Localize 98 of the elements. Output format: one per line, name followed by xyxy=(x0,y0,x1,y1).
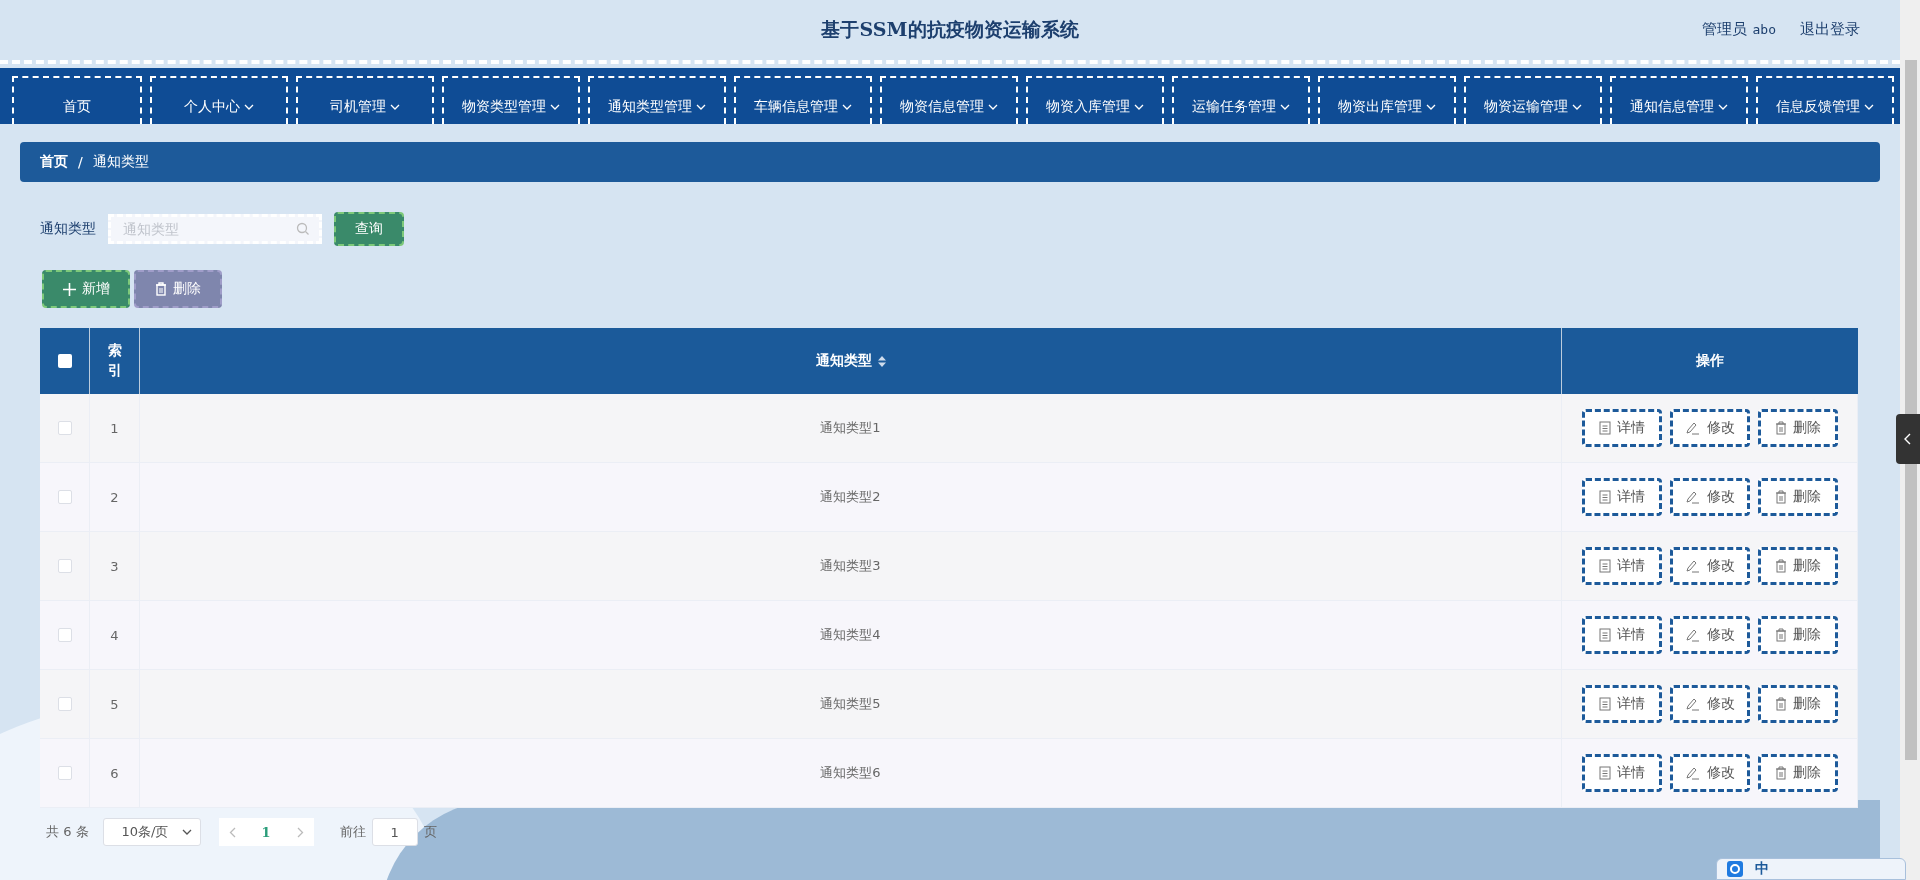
detail-button[interactable]: 详情 xyxy=(1581,685,1662,723)
breadcrumb-item: 通知类型 xyxy=(92,153,149,171)
delete-button[interactable]: 删除 xyxy=(1757,685,1838,723)
trash-icon xyxy=(1774,559,1787,573)
column-header[interactable]: 通知类型 xyxy=(815,352,872,370)
document-icon xyxy=(1598,490,1611,504)
detail-button[interactable]: 详情 xyxy=(1581,409,1662,447)
query-button[interactable]: 查询 xyxy=(334,212,404,246)
column-header: 操作 xyxy=(1696,352,1724,370)
nav-tab[interactable]: 物资类型管理 xyxy=(442,76,580,124)
chevron-down-icon xyxy=(181,827,192,837)
scrollbar[interactable] xyxy=(1900,0,1920,880)
edit-button[interactable]: 修改 xyxy=(1669,685,1750,723)
edit-button[interactable]: 修改 xyxy=(1669,754,1750,792)
pencil-icon xyxy=(1684,490,1701,504)
delete-button[interactable]: 删除 xyxy=(1757,547,1838,585)
edit-button[interactable]: 修改 xyxy=(1669,616,1750,654)
row-checkbox[interactable] xyxy=(57,490,72,504)
table-cell: 6 xyxy=(110,765,119,781)
delete-button[interactable]: 删除 xyxy=(1757,616,1838,654)
search-label: 通知类型 xyxy=(40,220,96,238)
detail-button[interactable]: 详情 xyxy=(1581,754,1662,792)
pencil-icon xyxy=(1684,628,1701,642)
nav-tab[interactable]: 通知信息管理 xyxy=(1610,76,1748,124)
trash-icon xyxy=(155,282,167,296)
table-cell: 通知类型1 xyxy=(820,419,881,437)
goto-suffix: 页 xyxy=(423,823,437,841)
edit-button[interactable]: 修改 xyxy=(1669,409,1750,447)
separator: / xyxy=(78,154,83,170)
document-icon xyxy=(1598,559,1611,573)
table-cell: 通知类型2 xyxy=(820,488,881,506)
next-page-icon[interactable] xyxy=(296,826,304,838)
breadcrumb-item[interactable]: 首页 xyxy=(40,153,68,171)
total-count: 共 6 条 xyxy=(46,823,89,841)
trash-icon xyxy=(1774,697,1787,711)
nav-tab[interactable]: 物资入库管理 xyxy=(1026,76,1164,124)
nav-tab[interactable]: 信息反馈管理 xyxy=(1756,76,1894,124)
nav-tab[interactable]: 物资出库管理 xyxy=(1318,76,1456,124)
row-checkbox[interactable] xyxy=(57,628,72,642)
nav-tab[interactable]: 司机管理 xyxy=(296,76,434,124)
chevron-left-icon xyxy=(1904,433,1912,445)
table-cell: 1 xyxy=(110,420,119,436)
add-button[interactable]: 新增 xyxy=(42,270,130,308)
plus-icon xyxy=(62,282,76,296)
goto-label: 前往 xyxy=(339,823,366,841)
table-cell: 2 xyxy=(110,489,119,505)
table-cell: 4 xyxy=(110,627,119,643)
document-icon xyxy=(1598,628,1611,642)
nav-tab[interactable]: 个人中心 xyxy=(150,76,288,124)
table-cell: 3 xyxy=(110,558,119,574)
pencil-icon xyxy=(1684,559,1701,573)
app-title: 基于SSM的抗疫物资运输系统 xyxy=(821,17,1079,42)
detail-button[interactable]: 详情 xyxy=(1581,478,1662,516)
detail-button[interactable]: 详情 xyxy=(1581,616,1662,654)
table-cell: 通知类型6 xyxy=(820,764,881,782)
trash-icon xyxy=(1774,421,1787,435)
pencil-icon xyxy=(1684,697,1701,711)
search-icon xyxy=(296,222,310,236)
table-cell: 通知类型3 xyxy=(820,557,881,575)
logout-link[interactable]: 退出登录 xyxy=(1800,20,1860,39)
column-header: 索引 xyxy=(107,341,122,380)
nav-tab[interactable]: 运输任务管理 xyxy=(1172,76,1310,124)
edit-button[interactable]: 修改 xyxy=(1669,547,1750,585)
row-checkbox[interactable] xyxy=(57,421,72,435)
row-checkbox[interactable] xyxy=(57,766,72,780)
document-icon xyxy=(1598,421,1611,435)
nav-tab[interactable]: 车辆信息管理 xyxy=(734,76,872,124)
delete-button[interactable]: 删除 xyxy=(134,270,222,308)
nav-tab[interactable]: 通知类型管理 xyxy=(588,76,726,124)
trash-icon xyxy=(1774,766,1787,780)
pencil-icon xyxy=(1684,421,1701,435)
trash-icon xyxy=(1774,490,1787,504)
sort-icon[interactable] xyxy=(877,355,886,367)
document-icon xyxy=(1598,766,1611,780)
goto-page-field[interactable]: 1 xyxy=(371,818,418,846)
ime-logo-icon xyxy=(1727,861,1743,877)
pencil-icon xyxy=(1684,766,1701,780)
select-all-checkbox[interactable] xyxy=(57,354,72,368)
delete-button[interactable]: 删除 xyxy=(1757,409,1838,447)
table-cell: 通知类型5 xyxy=(820,695,881,713)
row-checkbox[interactable] xyxy=(57,697,72,711)
delete-button[interactable]: 删除 xyxy=(1757,478,1838,516)
ime-mode[interactable]: 中 xyxy=(1755,860,1769,878)
detail-button[interactable]: 详情 xyxy=(1581,547,1662,585)
user-label: 管理员 abo xyxy=(1701,20,1776,39)
delete-button[interactable]: 删除 xyxy=(1757,754,1838,792)
row-checkbox[interactable] xyxy=(57,559,72,573)
nav-tab[interactable]: 首页 xyxy=(12,76,142,124)
prev-page-icon[interactable] xyxy=(228,826,236,838)
document-icon xyxy=(1598,697,1611,711)
trash-icon xyxy=(1774,628,1787,642)
edit-button[interactable]: 修改 xyxy=(1669,478,1750,516)
table-cell: 通知类型4 xyxy=(820,626,881,644)
collapse-handle[interactable] xyxy=(1896,414,1920,464)
page-size-select[interactable]: 10条/页 xyxy=(102,818,201,846)
table-cell: 5 xyxy=(110,696,119,712)
nav-tab[interactable]: 物资运输管理 xyxy=(1464,76,1602,124)
nav-tab[interactable]: 物资信息管理 xyxy=(880,76,1018,124)
